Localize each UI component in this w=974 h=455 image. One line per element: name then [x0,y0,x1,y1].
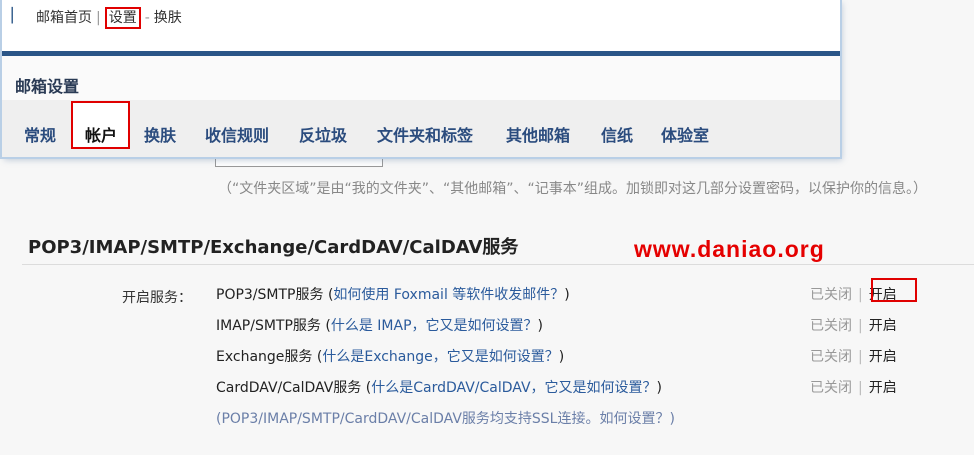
tab-stationery[interactable]: 信纸 [601,122,633,146]
section-title: POP3/IMAP/SMTP/Exchange/CardDAV/CalDAV服务 [28,237,519,258]
logo-fragment-icon: ▕ [2,8,13,24]
paren-close: ) [564,287,570,303]
tab-mail-rules[interactable]: 收信规则 [205,122,269,146]
service-status-carddav: 已关闭 | 开启 [810,377,897,399]
status-separator: | [858,380,863,396]
watermark: www.daniao.org [634,236,825,262]
service-help-link[interactable]: 什么是 IMAP，它又是如何设置？ [331,318,538,334]
top-navigation: 邮箱首页 | 设置 - 换肤 [36,7,182,29]
ssl-note: (POP3/IMAP/SMTP/CardDAV/CalDAV服务均支持SSL连接… [216,408,675,428]
status-closed: 已关闭 [810,287,852,303]
tab-other-mailboxes[interactable]: 其他邮箱 [506,122,570,146]
service-row-carddav: CardDAV/CalDAV服务 (什么是CardDAV/CalDAV，它又是如… [216,377,662,399]
ssl-note-close: ) [669,411,675,427]
tab-folders-labels[interactable]: 文件夹和标签 [377,122,473,146]
service-name: Exchange服务 [216,349,313,365]
paren-close: ) [558,349,565,365]
section-divider [22,264,974,265]
tab-lab[interactable]: 体验室 [661,122,709,146]
ssl-howto-link[interactable]: 如何设置？ [599,411,669,427]
paren-open: ( [312,349,323,365]
service-row-imap: IMAP/SMTP服务 (什么是 IMAP，它又是如何设置？) [216,315,543,337]
page-title: 邮箱设置 [15,77,80,96]
service-help-link[interactable]: 什么是Exchange，它又是如何设置？ [322,349,558,365]
service-row-pop3: POP3/SMTP服务 (如何使用 Foxmail 等软件收发邮件？) [216,284,570,306]
enable-carddav-button[interactable]: 开启 [869,380,897,396]
paren-open: ( [320,318,331,334]
status-separator: | [858,349,863,365]
service-name: POP3/SMTP服务 [216,287,324,303]
skin-link[interactable]: 换肤 [154,10,182,26]
status-separator: | [858,287,863,303]
services-label: 开启服务： [122,290,192,306]
service-help-link[interactable]: 什么是CardDAV/CalDAV，它又是如何设置？ [371,380,656,396]
settings-link[interactable]: 设置 [104,7,141,29]
paren-open: ( [323,287,334,303]
tab-anti-spam[interactable]: 反垃圾 [299,122,347,146]
mail-settings-header-panel: ▕ 邮箱首页 | 设置 - 换肤 邮箱设置 常规 帐户 换肤 收信规则 反垃圾 文件夹和… [2,0,840,157]
service-status-exchange: 已关闭 | 开启 [810,346,897,368]
highlight-box-enable-pop3 [871,278,917,302]
status-separator: | [858,318,863,334]
service-help-link[interactable]: 如何使用 Foxmail 等软件收发邮件？ [333,287,564,303]
tab-general[interactable]: 常规 [24,122,56,146]
status-closed: 已关闭 [810,349,852,365]
status-closed: 已关闭 [810,380,852,396]
folder-lock-hint: （“文件夹区域”是由“我的文件夹”、“其他邮箱”、“记事本”组成。加锁即对这几部… [218,181,928,197]
paren-close: ) [656,380,663,396]
tab-skin[interactable]: 换肤 [144,122,176,146]
ssl-note-text: (POP3/IMAP/SMTP/CardDAV/CalDAV服务均支持SSL连接… [216,411,600,427]
service-status-imap: 已关闭 | 开启 [810,315,897,337]
mail-home-link[interactable]: 邮箱首页 [36,10,92,26]
service-name: IMAP/SMTP服务 [216,318,321,334]
status-closed: 已关闭 [810,318,852,334]
service-name: CardDAV/CalDAV服务 [216,380,362,396]
paren-open: ( [361,380,372,396]
settings-header-bg [2,56,840,100]
nav-separator: - [144,10,150,26]
tab-account[interactable]: 帐户 [85,122,117,146]
enable-imap-button[interactable]: 开启 [869,318,897,334]
service-row-exchange: Exchange服务 (什么是Exchange，它又是如何设置？) [216,346,564,368]
enable-exchange-button[interactable]: 开启 [869,349,897,365]
nav-separator: | [96,10,101,26]
paren-close: ) [537,318,543,334]
